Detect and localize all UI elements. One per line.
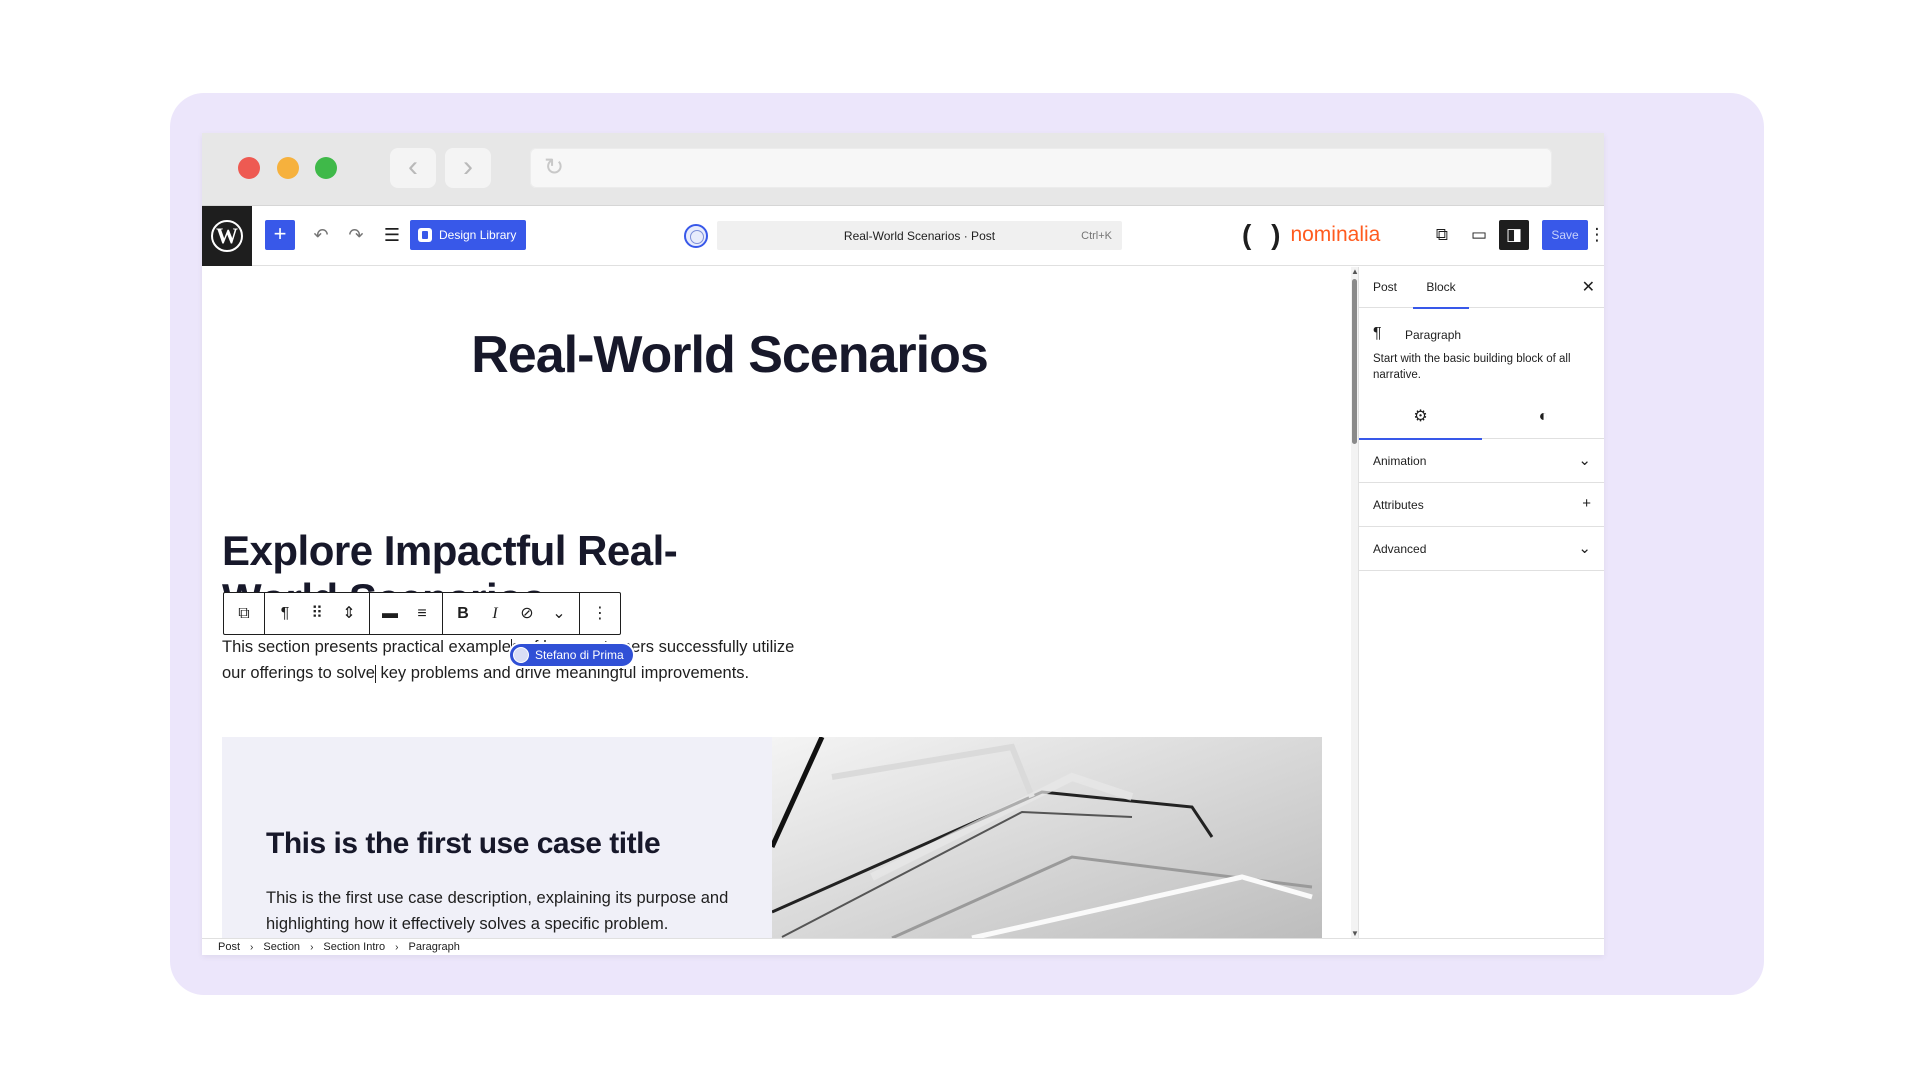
gear-icon[interactable]: ⚙: [1359, 395, 1482, 440]
block-name: Paragraph: [1405, 328, 1462, 342]
bold-icon[interactable]: B: [447, 593, 479, 634]
wordpress-icon: W: [211, 220, 243, 252]
breadcrumb-item[interactable]: Post: [218, 941, 240, 953]
scroll-up-icon[interactable]: ▲: [1351, 267, 1358, 276]
italic-icon[interactable]: I: [479, 593, 511, 634]
abstract-glass-image: [772, 737, 1322, 938]
breadcrumb-item[interactable]: Section: [263, 941, 300, 953]
toolbar-group-align: ▬ ≡: [370, 593, 443, 634]
move-up-down-icon[interactable]: ⇕: [333, 593, 365, 634]
collaborator-name: Stefano di Prima: [535, 648, 624, 662]
chevron-right-icon: ›: [310, 941, 314, 953]
add-block-button[interactable]: +: [265, 220, 295, 250]
block-toolbar: ⧉ ¶ ⠿ ⇕ ▬ ≡ B I ⊘ ⌄ ⋮: [223, 592, 621, 635]
panel-attributes[interactable]: Attributes +: [1359, 483, 1604, 527]
settings-panel-icon[interactable]: ◨: [1499, 220, 1529, 250]
site-icon[interactable]: [684, 224, 708, 248]
brand-logo: ( ) nominalia: [1242, 218, 1380, 252]
plus-icon: +: [1582, 495, 1591, 512]
avatar: [513, 647, 529, 663]
device-preview-icon[interactable]: ▭: [1464, 220, 1494, 250]
browser-window: ‹ › ↻ W + ↶ ↷ ☰ Design Library Real-Worl…: [202, 133, 1604, 955]
more-options-icon[interactable]: ⋮: [1587, 220, 1605, 250]
maximize-window-button[interactable]: [315, 157, 337, 179]
section-heading[interactable]: Explore Impactful Real-World Scenarios: [222, 527, 722, 599]
chevron-left-icon: ‹: [408, 150, 418, 183]
redo-icon[interactable]: ↷: [341, 220, 371, 250]
chevron-down-icon[interactable]: ⌄: [543, 593, 575, 634]
toolbar-group-format: B I ⊘ ⌄: [443, 593, 580, 634]
wordpress-logo-button[interactable]: W: [202, 206, 252, 266]
address-bar[interactable]: ↻: [530, 148, 1552, 188]
chevron-right-icon: ›: [463, 150, 473, 183]
settings-sidebar: Post Block ✕ ¶ Paragraph Start with the …: [1358, 267, 1604, 938]
toolbar-group-options: ⋮: [580, 593, 620, 634]
transform-icon[interactable]: ⧉: [228, 593, 260, 634]
brand-logo-mark: ( ): [1242, 219, 1287, 250]
use-case-image[interactable]: [772, 737, 1322, 938]
panel-animation[interactable]: Animation ⌄: [1359, 439, 1604, 483]
toolbar-group-transform: ⧉: [224, 593, 265, 634]
browser-chrome: ‹ › ↻: [202, 133, 1604, 206]
inspector-tabs: ⚙ ◐: [1359, 395, 1604, 440]
tab-block[interactable]: Block: [1413, 267, 1469, 309]
use-case-card[interactable]: This is the first use case title This is…: [222, 737, 772, 938]
view-post-icon[interactable]: ⧉: [1427, 220, 1457, 250]
chevron-right-icon: ›: [250, 941, 254, 953]
use-case-description[interactable]: This is the first use case description, …: [266, 885, 736, 937]
use-case-title[interactable]: This is the first use case title: [266, 827, 661, 861]
reload-icon[interactable]: ↻: [544, 153, 564, 182]
design-library-label: Design Library: [439, 228, 517, 242]
align-left-icon[interactable]: ≡: [406, 593, 438, 634]
canvas-scrollbar[interactable]: ▲ ▼: [1351, 267, 1358, 938]
sidebar-tabs: Post Block ✕: [1359, 267, 1604, 309]
close-icon[interactable]: ✕: [1582, 277, 1595, 297]
editor-canvas[interactable]: Real-World Scenarios Explore Impactful R…: [202, 267, 1358, 938]
close-window-button[interactable]: [238, 157, 260, 179]
scroll-down-icon[interactable]: ▼: [1351, 929, 1358, 938]
toolbar-group-block: ¶ ⠿ ⇕: [265, 593, 370, 634]
drag-handle-icon[interactable]: ⠿: [301, 593, 333, 634]
save-button[interactable]: Save: [1542, 220, 1588, 250]
chevron-right-icon: ›: [395, 941, 399, 953]
library-icon: [418, 228, 432, 242]
chevron-down-icon: ⌄: [1578, 452, 1591, 469]
collaborator-badge: Stefano di Prima: [510, 644, 633, 666]
editor-top-bar: W + ↶ ↷ ☰ Design Library Real-World Scen…: [202, 206, 1604, 266]
breadcrumb: Post › Section › Section Intro › Paragra…: [202, 938, 1604, 955]
back-button[interactable]: ‹: [390, 148, 436, 188]
paragraph-text-start: This section presents practical example: [222, 638, 511, 656]
design-library-button[interactable]: Design Library: [410, 220, 527, 250]
panel-label: Advanced: [1373, 542, 1427, 556]
block-description: Start with the basic building block of a…: [1373, 353, 1571, 381]
keyboard-shortcut: Ctrl+K: [1081, 230, 1112, 242]
breadcrumb-item[interactable]: Paragraph: [409, 941, 460, 953]
panel-label: Animation: [1373, 454, 1427, 468]
minimize-window-button[interactable]: [277, 157, 299, 179]
paragraph-icon: ¶: [1373, 325, 1382, 342]
breadcrumb-item[interactable]: Section Intro: [323, 941, 385, 953]
tab-post[interactable]: Post: [1373, 267, 1397, 308]
chevron-down-icon: ⌄: [1578, 540, 1591, 557]
panel-label: Attributes: [1373, 498, 1424, 512]
brand-name: nominalia: [1290, 223, 1381, 246]
document-title: Real-World Scenarios · Post: [843, 229, 996, 243]
scrollbar-thumb[interactable]: [1352, 279, 1357, 444]
options-icon[interactable]: ⋮: [584, 593, 616, 634]
list-view-icon[interactable]: ☰: [377, 220, 407, 250]
command-palette-bar[interactable]: Real-World Scenarios · Post Ctrl+K: [717, 221, 1122, 250]
styles-icon[interactable]: ◐: [1482, 395, 1604, 439]
panel-advanced[interactable]: Advanced ⌄: [1359, 527, 1604, 571]
link-icon[interactable]: ⊘: [511, 593, 543, 634]
align-wide-icon[interactable]: ▬: [374, 593, 406, 634]
paragraph-icon[interactable]: ¶: [269, 593, 301, 634]
post-title[interactable]: Real-World Scenarios: [202, 325, 1257, 385]
forward-button[interactable]: ›: [445, 148, 491, 188]
paragraph-text-end: key problems and drive meaningful improv…: [375, 664, 750, 682]
undo-icon[interactable]: ↶: [306, 220, 336, 250]
